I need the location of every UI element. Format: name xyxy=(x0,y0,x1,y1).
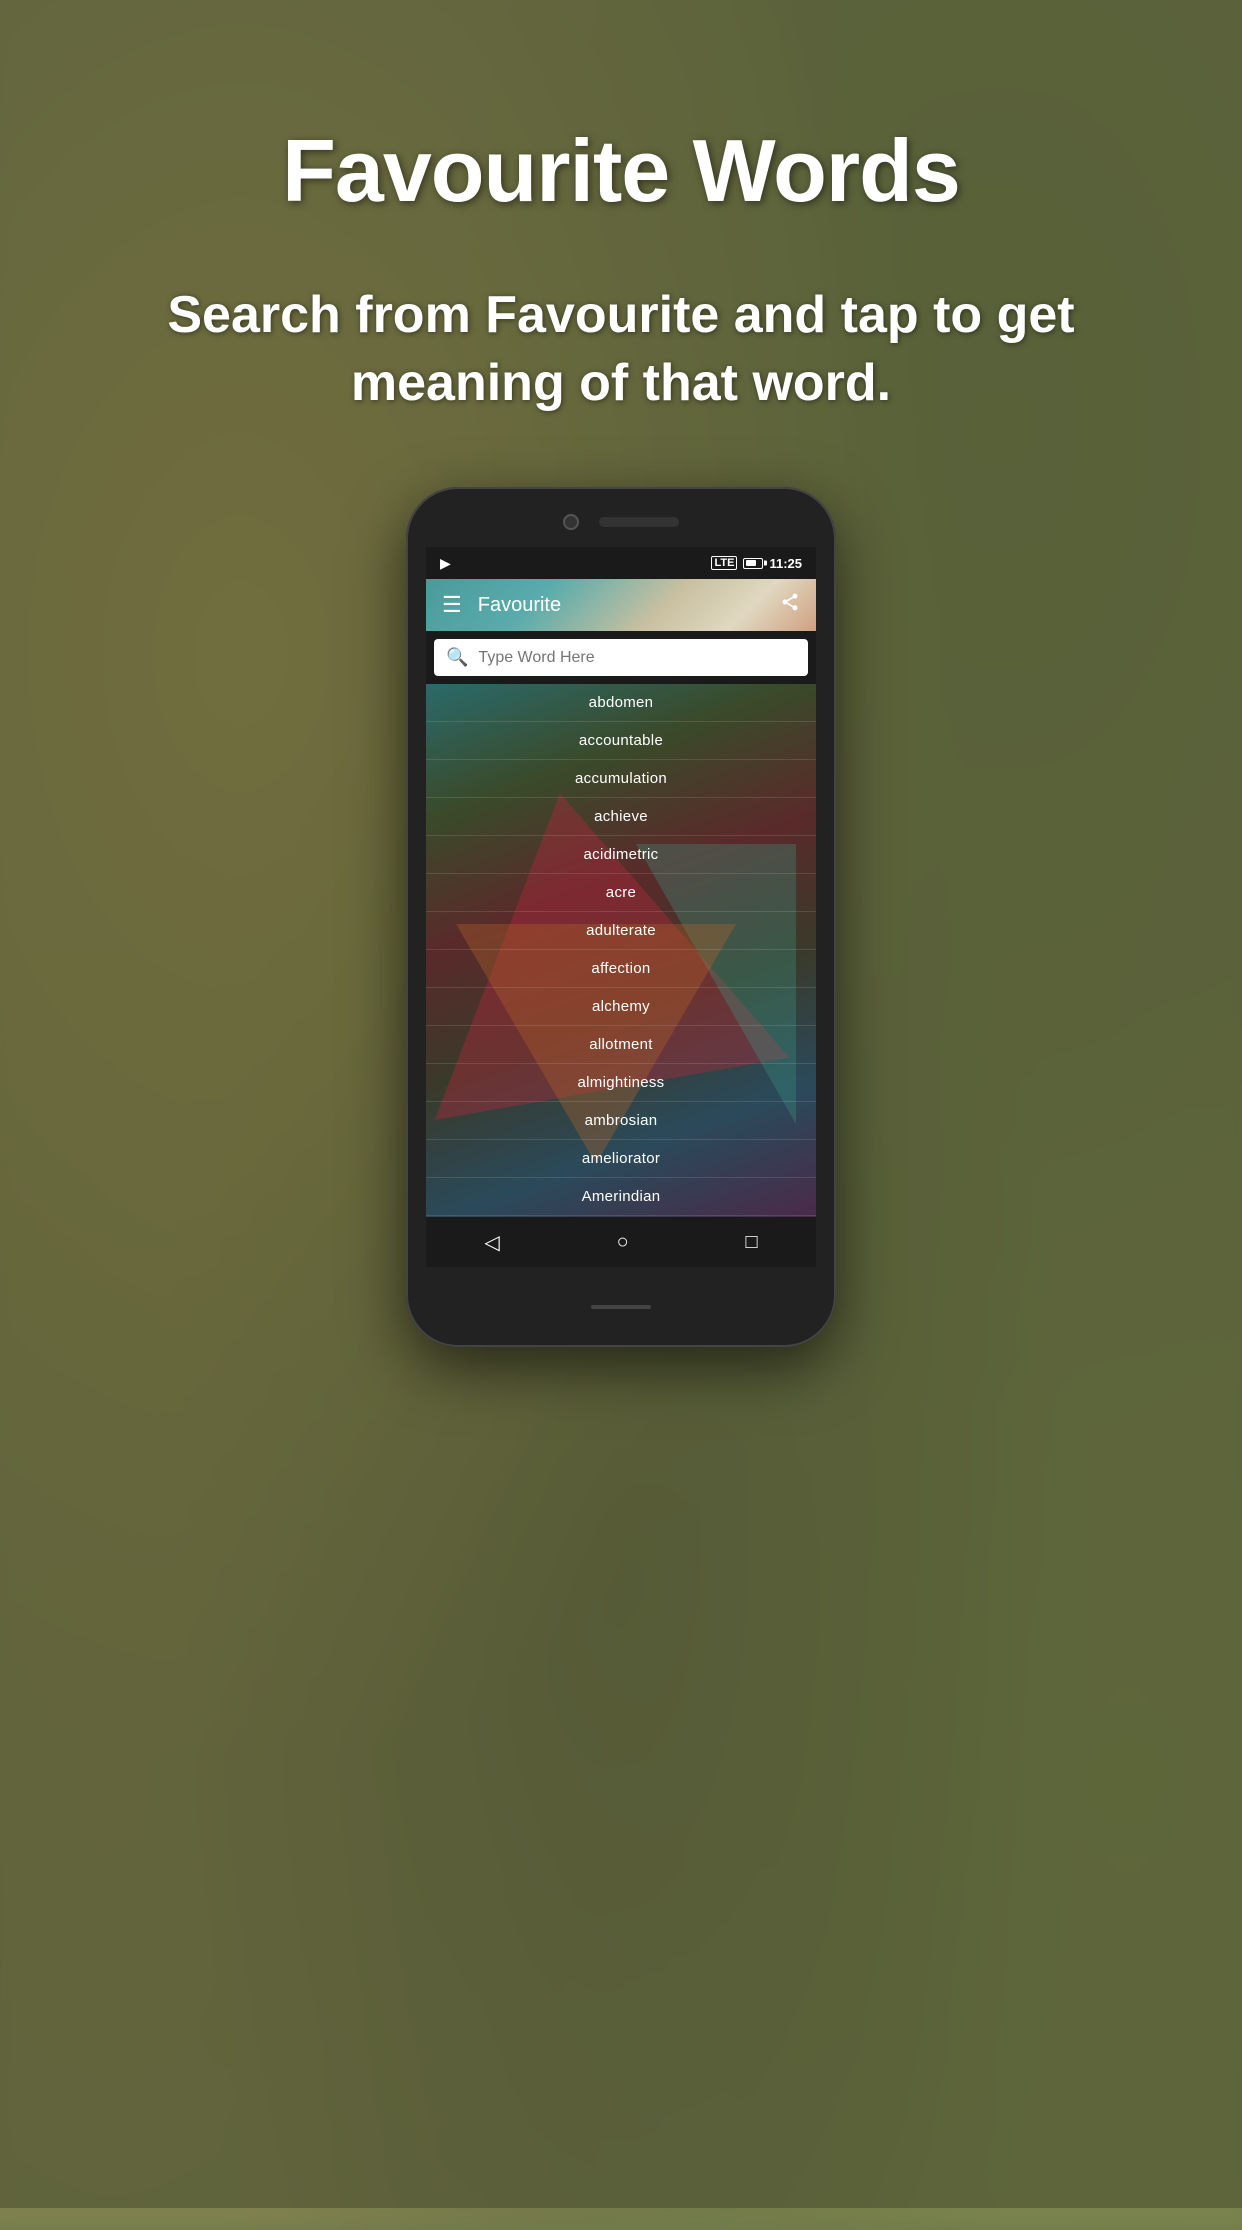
word-list: abdomenaccountableaccumulationachieveaci… xyxy=(426,684,816,1217)
list-item[interactable]: adulterate xyxy=(426,912,816,950)
list-item[interactable]: Amerindian xyxy=(426,1178,816,1216)
home-button[interactable]: ○ xyxy=(597,1223,649,1262)
search-bar[interactable]: 🔍 xyxy=(434,639,808,676)
list-item[interactable]: anthologize xyxy=(426,1216,816,1217)
list-item[interactable]: alchemy xyxy=(426,988,816,1026)
list-item[interactable]: affection xyxy=(426,950,816,988)
list-item[interactable]: ameliorator xyxy=(426,1140,816,1178)
phone-speaker xyxy=(599,517,679,527)
recent-button[interactable]: □ xyxy=(725,1223,777,1262)
share-icon[interactable] xyxy=(780,592,800,618)
list-item[interactable]: accountable xyxy=(426,722,816,760)
list-item[interactable]: ambrosian xyxy=(426,1102,816,1140)
list-item[interactable]: accumulation xyxy=(426,760,816,798)
toolbar-title: Favourite xyxy=(478,594,780,617)
battery-fill xyxy=(746,560,757,566)
phone-top-bar xyxy=(406,487,836,547)
app-subtitle: Search from Favourite and tap to get mea… xyxy=(0,282,1242,417)
list-item[interactable]: abdomen xyxy=(426,684,816,722)
phone-frame: ▶ LTE 11:25 ☰ Favourite xyxy=(406,487,836,1347)
menu-icon[interactable]: ☰ xyxy=(442,592,462,618)
list-item[interactable]: acidimetric xyxy=(426,836,816,874)
words-container: abdomenaccountableaccumulationachieveaci… xyxy=(426,684,816,1217)
list-item[interactable]: acre xyxy=(426,874,816,912)
phone-bottom xyxy=(591,1267,651,1347)
phone-screen: ▶ LTE 11:25 ☰ Favourite xyxy=(426,547,816,1267)
phone-nav: ◁ ○ □ xyxy=(426,1217,816,1267)
status-right: LTE 11:25 xyxy=(711,556,802,571)
battery-icon xyxy=(743,558,763,569)
app-toolbar: ☰ Favourite xyxy=(426,579,816,631)
search-icon: 🔍 xyxy=(446,647,468,668)
back-button[interactable]: ◁ xyxy=(464,1222,519,1263)
content-wrapper: Favourite Words Search from Favourite an… xyxy=(0,0,1242,2208)
status-bar: ▶ LTE 11:25 xyxy=(426,547,816,579)
app-title: Favourite Words xyxy=(282,120,960,222)
lte-badge: LTE xyxy=(711,556,737,570)
phone-camera xyxy=(563,514,579,530)
status-time: 11:25 xyxy=(769,556,802,571)
list-item[interactable]: achieve xyxy=(426,798,816,836)
play-icon: ▶ xyxy=(440,555,451,572)
status-left: ▶ xyxy=(440,555,451,572)
home-indicator xyxy=(591,1305,651,1309)
list-item[interactable]: allotment xyxy=(426,1026,816,1064)
list-item[interactable]: almightiness xyxy=(426,1064,816,1102)
search-input[interactable] xyxy=(478,649,796,667)
